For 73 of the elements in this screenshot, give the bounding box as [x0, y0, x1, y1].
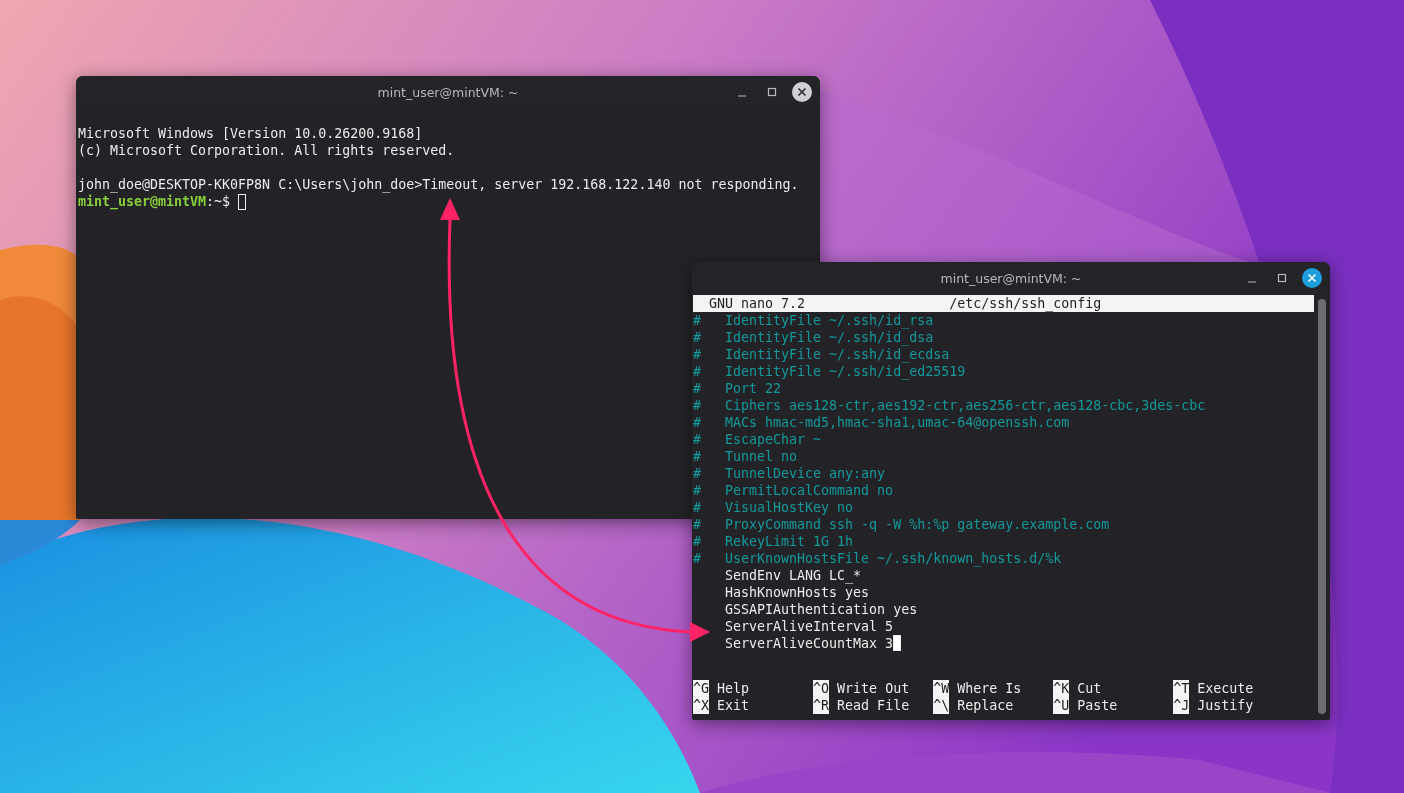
- shortcut-label: Justify: [1197, 697, 1254, 714]
- comment-marker: #: [693, 465, 702, 482]
- close-icon: [797, 87, 807, 97]
- shortcut-key: ^G: [693, 680, 709, 697]
- config-line: ServerAliveInterval 5: [725, 618, 894, 635]
- comment-line: PermitLocalCommand no: [725, 482, 894, 499]
- comment-line: VisualHostKey no: [725, 499, 854, 516]
- shortcut-label: Execute: [1197, 680, 1254, 697]
- prompt-user-host: mint_user@mintVM: [78, 193, 207, 210]
- shortcut-key: ^U: [1053, 697, 1070, 714]
- terminal-output-line: (c) Microsoft Corporation. All rights reserved.: [78, 142, 455, 159]
- file-path: /etc/ssh/ssh_config: [949, 295, 1102, 312]
- window-title: mint_user@mintVM: ~: [377, 84, 519, 100]
- minimize-icon: [738, 95, 746, 97]
- config-line: SendEnv LANG LC_*: [725, 567, 862, 584]
- shortcut-label: Cut: [1077, 680, 1102, 697]
- scrollbar[interactable]: [1318, 299, 1326, 714]
- maximize-icon: [1277, 273, 1287, 283]
- shortcut-key: ^T: [1173, 680, 1190, 697]
- prompt-path: :~$: [206, 193, 231, 210]
- shortcut-label: Help: [717, 680, 750, 697]
- comment-marker: #: [693, 346, 702, 363]
- comment-marker: #: [693, 533, 702, 550]
- config-line: GSSAPIAuthentication yes: [725, 601, 918, 618]
- comment-line: IdentityFile ~/.ssh/id_dsa: [725, 329, 934, 346]
- comment-line: TunnelDevice any:any: [725, 465, 886, 482]
- terminal-output-line: Microsoft Windows [Version 10.0.26200.9168]: [78, 125, 423, 142]
- config-line: HashKnownHosts yes: [725, 584, 870, 601]
- shortcut-key: ^R: [813, 697, 830, 714]
- comment-marker: #: [693, 380, 702, 397]
- comment-line: IdentityFile ~/.ssh/id_ed25519: [725, 363, 966, 380]
- close-button[interactable]: [1302, 268, 1322, 288]
- shortcut-label: Replace: [957, 697, 1014, 714]
- shortcut-label: Exit: [717, 697, 750, 714]
- comment-marker: #: [693, 448, 702, 465]
- comment-marker: #: [693, 312, 702, 329]
- shortcut-key: ^J: [1173, 697, 1190, 714]
- close-icon: [1307, 273, 1317, 283]
- shortcut-key: ^O: [813, 680, 830, 697]
- shortcut-label: Where Is: [957, 680, 1022, 697]
- comment-marker: #: [693, 516, 702, 533]
- maximize-icon: [767, 87, 777, 97]
- comment-marker: #: [693, 397, 702, 414]
- comment-line: IdentityFile ~/.ssh/id_rsa: [725, 312, 934, 329]
- editor-version: GNU nano 7.2: [709, 295, 807, 312]
- close-button[interactable]: [792, 82, 812, 102]
- comment-marker: #: [693, 431, 702, 448]
- comment-line: EscapeChar ~: [725, 431, 822, 448]
- comment-line: IdentityFile ~/.ssh/id_ecdsa: [725, 346, 950, 363]
- shortcut-key: ^\: [933, 697, 950, 714]
- shortcut-key: ^K: [1053, 680, 1070, 697]
- terminal-output-line: john_doe@DESKTOP-KK0FP8N C:\Users\john_doe>Timeout, server 192.168.122.140 not responding.: [78, 176, 799, 193]
- shortcut-key: ^X: [693, 697, 709, 714]
- comment-marker: #: [693, 550, 702, 567]
- comment-line: Tunnel no: [725, 448, 798, 465]
- comment-marker: #: [693, 363, 702, 380]
- comment-marker: #: [693, 482, 702, 499]
- text-cursor: [238, 193, 247, 210]
- comment-line: Port 22: [725, 380, 782, 397]
- comment-marker: #: [693, 414, 702, 431]
- comment-line: MACs hmac-md5,hmac-sha1,umac-64@openssh.com: [725, 414, 1070, 431]
- minimize-icon: [1248, 281, 1256, 283]
- comment-marker: #: [693, 499, 702, 516]
- shortcut-label: Read File: [837, 697, 910, 714]
- comment-line: ProxyCommand ssh -q -W %h:%p gateway.example.com: [725, 516, 1110, 533]
- comment-line: RekeyLimit 1G 1h: [725, 533, 854, 550]
- shortcut-label: Write Out: [837, 680, 910, 697]
- comment-marker: #: [693, 329, 702, 346]
- shortcut-label: Paste: [1077, 697, 1118, 714]
- comment-line: UserKnownHostsFile ~/.ssh/known_hosts.d/%k: [725, 550, 1062, 567]
- comment-line: Ciphers aes128-ctr,aes192-ctr,aes256-ctr,aes128-cbc,3des-cbc: [725, 397, 1206, 414]
- window-title: mint_user@mintVM: ~: [940, 270, 1082, 286]
- config-line: ServerAliveCountMax 3: [725, 635, 894, 652]
